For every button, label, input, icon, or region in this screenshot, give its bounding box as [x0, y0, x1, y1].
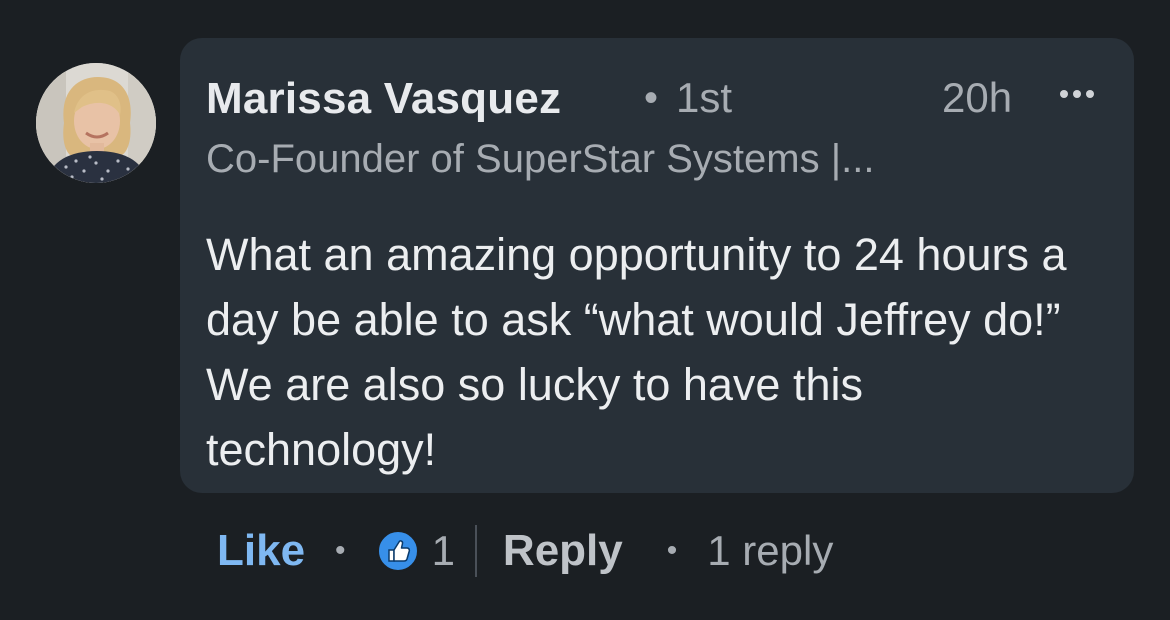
author-name[interactable]: Marissa Vasquez: [206, 74, 561, 124]
comment-actions: Like • 1 Reply • 1 reply: [217, 518, 833, 584]
comment-timestamp: 20h: [942, 74, 1013, 121]
comment-bubble: Marissa Vasquez • 1st 20h Co-Founder of …: [180, 38, 1134, 493]
author-headline[interactable]: Co-Founder of SuperStar Systems |...: [206, 137, 874, 182]
avatar-photo: [36, 63, 156, 183]
name-separator: •: [644, 76, 659, 120]
connection-degree: 1st: [676, 74, 733, 121]
comment-text: What an amazing opportunity to 24 hours …: [206, 229, 1067, 475]
reply-button[interactable]: Reply: [503, 526, 623, 576]
more-options-icon[interactable]: [1052, 76, 1102, 112]
thumbs-up-icon[interactable]: [376, 529, 420, 573]
like-button[interactable]: Like: [217, 526, 305, 576]
avatar[interactable]: [36, 63, 156, 183]
replies-link[interactable]: 1 reply: [707, 527, 833, 575]
action-separator: •: [335, 534, 346, 567]
action-separator: •: [666, 534, 678, 567]
divider: [474, 525, 477, 577]
comment: Marissa Vasquez • 1st 20h Co-Founder of …: [0, 0, 1170, 620]
reaction-count[interactable]: 1: [432, 527, 455, 575]
